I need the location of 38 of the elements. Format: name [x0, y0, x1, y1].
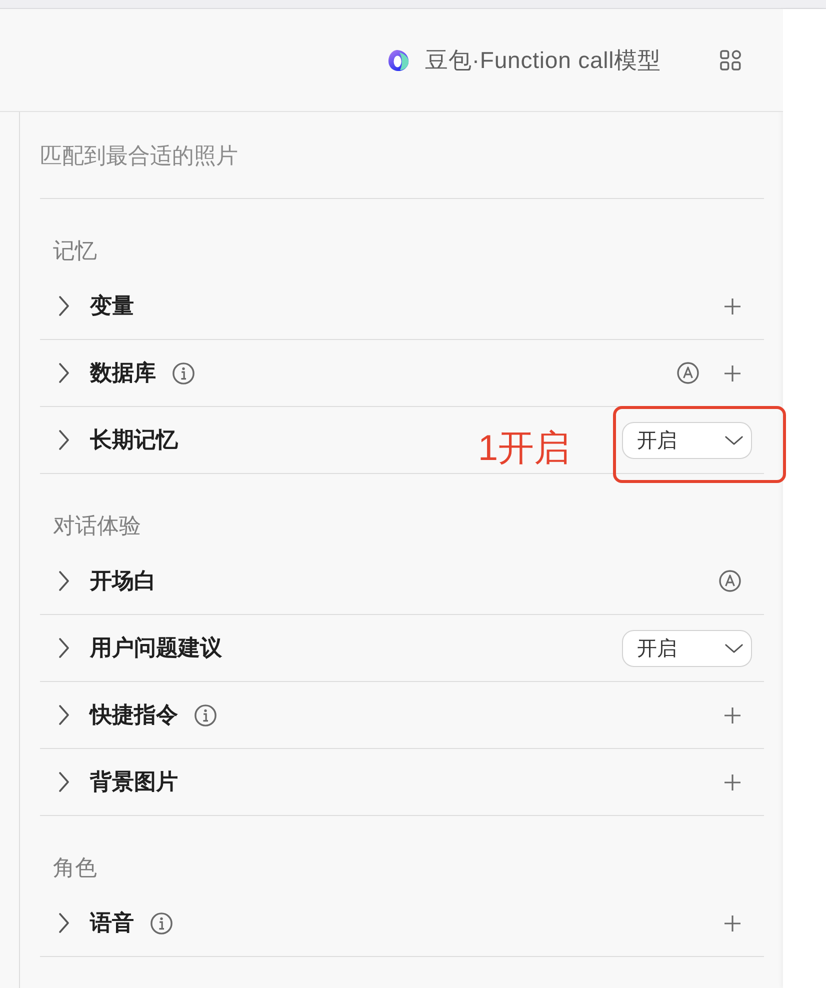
add-icon[interactable]: [724, 298, 741, 314]
chevron-right-icon[interactable]: [58, 772, 70, 792]
grid-icon[interactable]: [720, 50, 741, 70]
annotation-label: 1开启: [478, 426, 570, 470]
circled-a-icon[interactable]: [719, 570, 741, 592]
chevron-right-icon[interactable]: [58, 363, 70, 383]
setting-label: 背景图片: [90, 768, 178, 796]
info-icon[interactable]: [194, 704, 217, 726]
logo-icon: [387, 48, 410, 72]
setting-label: 语音: [90, 909, 134, 937]
section-title: 记忆: [52, 237, 98, 265]
chevron-right-icon[interactable]: [58, 705, 70, 725]
chevron-down-icon: [725, 642, 743, 654]
section-title: 角色: [52, 854, 98, 882]
setting-label: 数据库: [90, 359, 156, 387]
select-dropdown[interactable]: 开启: [622, 630, 752, 666]
add-icon[interactable]: [724, 914, 741, 932]
setting-label: 长期记忆: [90, 426, 178, 454]
chevron-right-icon[interactable]: [58, 571, 70, 591]
setting-label: 变量: [90, 292, 134, 320]
model-selector[interactable]: 豆包·Function call模型: [387, 45, 661, 75]
select-dropdown[interactable]: 开启: [622, 422, 752, 458]
setting-label: 快捷指令: [90, 701, 178, 729]
circled-a-icon[interactable]: [677, 362, 699, 384]
chevron-right-icon[interactable]: [58, 296, 70, 316]
setting-label: 开场白: [90, 567, 156, 595]
description-text: 匹配到最合适的照片: [40, 142, 239, 170]
info-icon[interactable]: [172, 362, 195, 384]
chevron-right-icon[interactable]: [58, 638, 70, 658]
chevron-right-icon[interactable]: [58, 430, 70, 450]
setting-label: 用户问题建议: [90, 634, 222, 662]
chevron-down-icon: [725, 434, 743, 446]
add-icon[interactable]: [724, 364, 741, 382]
add-icon[interactable]: [724, 774, 741, 790]
add-icon[interactable]: [724, 706, 741, 724]
chevron-right-icon[interactable]: [58, 913, 70, 933]
info-icon[interactable]: [150, 912, 173, 934]
section-title: 对话体验: [52, 512, 142, 540]
